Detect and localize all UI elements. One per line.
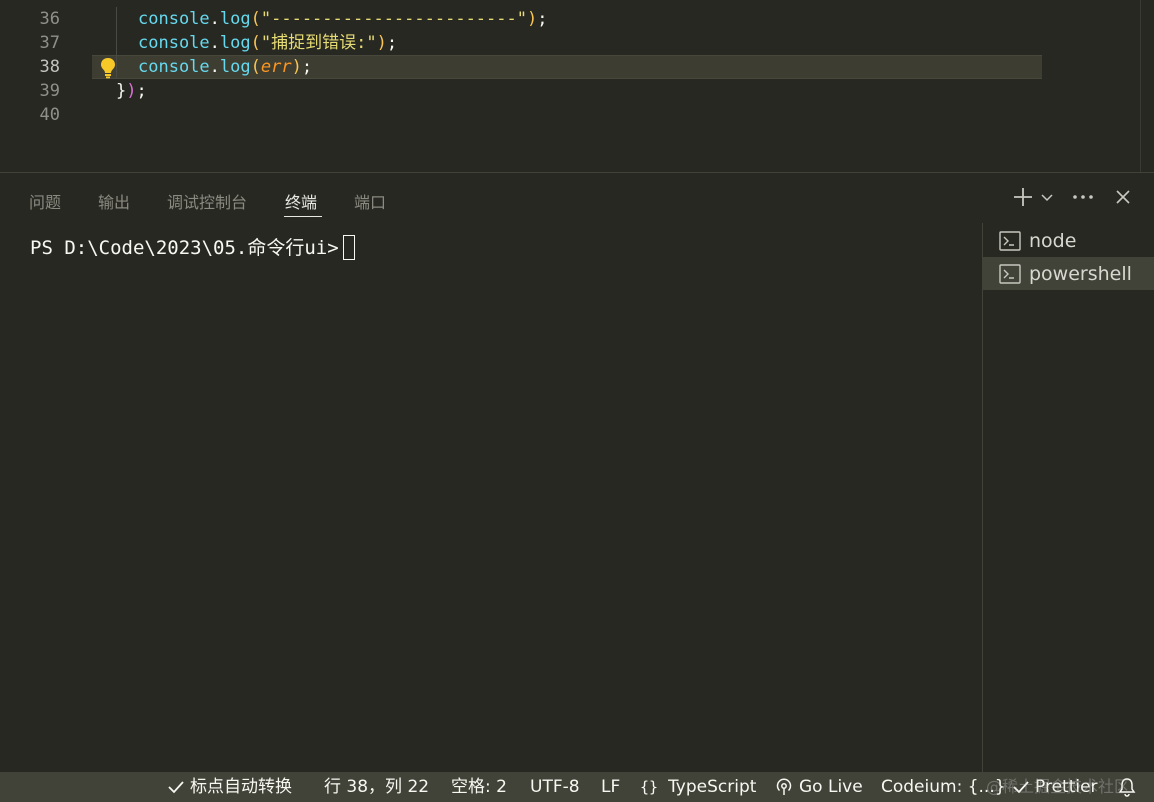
status-format-toggle[interactable]: 标点自动转换 [167, 772, 292, 802]
code-token: . [209, 33, 220, 53]
terminal-view[interactable]: PS D:\Code\2023\05.命令行ui> [0, 223, 982, 773]
status-go-live[interactable]: Go Live [774, 772, 863, 802]
code-token: ) [376, 33, 387, 53]
tab-debug-console[interactable]: 调试控制台 [167, 189, 247, 213]
status-notifications[interactable] [1118, 772, 1141, 802]
check-double-icon [1013, 781, 1029, 794]
code-token: log [219, 57, 251, 77]
line-number: 38 [39, 57, 60, 77]
code-token: ; [301, 57, 313, 77]
tab-output[interactable]: 输出 [98, 189, 130, 213]
line-number: 36 [39, 9, 60, 29]
plus-icon [1014, 188, 1032, 206]
broadcast-icon [776, 778, 792, 795]
status-language[interactable]: {} TypeScript [640, 772, 756, 802]
ellipsis-icon [1073, 195, 1093, 199]
more-actions-button[interactable] [1068, 183, 1098, 211]
status-codeium-label: Codeium: {...} [881, 777, 1006, 797]
code-token: log [219, 33, 251, 53]
close-icon [1116, 190, 1130, 204]
status-cursor-position[interactable]: 行 38，列 22 [324, 772, 429, 802]
terminal-instance-node[interactable]: node [983, 224, 1154, 257]
code-token: } [116, 81, 127, 101]
code-token: . [209, 9, 220, 29]
terminal-profile-dropdown[interactable] [1038, 183, 1056, 211]
code-token: ( [250, 9, 261, 29]
terminal-icon [999, 230, 1021, 251]
code-token: ) [291, 57, 302, 77]
terminal-icon [999, 263, 1021, 284]
code-token: "捕捉到错误:" [260, 33, 377, 53]
code-token: ( [250, 57, 261, 77]
terminal-cursor [342, 235, 355, 260]
code-token: console [138, 57, 210, 77]
tab-problems[interactable]: 问题 [29, 189, 61, 213]
chevron-down-icon [1041, 194, 1053, 202]
code-token: ( [250, 33, 261, 53]
status-cursor-position-label: 行 38，列 22 [324, 777, 430, 797]
status-language-label: TypeScript [668, 777, 757, 797]
check-icon [168, 781, 184, 794]
active-tab-indicator [284, 216, 322, 217]
close-panel-button[interactable] [1108, 183, 1138, 211]
status-indentation[interactable]: 空格: 2 [451, 772, 507, 802]
new-terminal-button[interactable] [1008, 183, 1038, 211]
line-number: 40 [39, 105, 60, 125]
prompt-text: PS D:\Code\2023\05.命令行ui> [30, 237, 339, 259]
status-prettier[interactable]: Prettier [1012, 772, 1098, 802]
code-token: log [219, 9, 251, 29]
panel-tabs: 问题 输出 调试控制台 终端 端口 [0, 173, 900, 223]
lightbulb-icon[interactable] [99, 57, 117, 79]
terminal-instance-list: node powershell [982, 223, 1154, 773]
terminal-instance-label: node [1029, 229, 1077, 252]
bottom-panel: 问题 输出 调试控制台 终端 端口 PS D:\Code\2023\05.命令行… [0, 172, 1154, 773]
code-line: console.log("捕捉到错误:"); [138, 31, 397, 55]
status-format-toggle-label: 标点自动转换 [190, 777, 292, 797]
editor-scrollbar[interactable] [1140, 0, 1141, 172]
status-codeium[interactable]: Codeium: {...} [881, 772, 1006, 802]
status-eol[interactable]: LF [601, 772, 620, 802]
braces-icon: {} [640, 778, 659, 796]
line-number: 37 [39, 33, 60, 53]
code-token: ; [386, 33, 398, 53]
code-token: ) [526, 9, 538, 29]
code-token: ) [126, 81, 137, 101]
code-token: err [260, 57, 292, 77]
status-encoding[interactable]: UTF-8 [530, 772, 580, 802]
terminal-instance-powershell[interactable]: powershell [983, 257, 1154, 290]
line-number: 39 [39, 81, 60, 101]
code-token: console [138, 9, 210, 29]
status-indentation-label: 空格: 2 [451, 777, 507, 797]
code-token: console [138, 33, 210, 53]
code-token: ; [136, 81, 147, 101]
status-encoding-label: UTF-8 [530, 777, 580, 797]
status-eol-label: LF [601, 777, 621, 797]
code-editor[interactable]: 36 37 38 39 40 console.log("----------------… [0, 0, 1154, 172]
status-go-live-label: Go Live [799, 777, 863, 797]
panel-actions [994, 183, 1154, 213]
terminal-prompt: PS D:\Code\2023\05.命令行ui> [30, 233, 355, 263]
status-prettier-label: Prettier [1035, 777, 1098, 797]
code-line: console.log(err); [138, 55, 312, 79]
code-token: "------------------------" [260, 9, 527, 29]
code-token: . [209, 57, 220, 77]
tab-ports[interactable]: 端口 [354, 189, 386, 213]
code-line: console.log("------------------------"); [138, 7, 547, 31]
bell-icon [1118, 778, 1136, 797]
status-bar: 标点自动转换 行 38，列 22 空格: 2 UTF-8 LF {} TypeS… [0, 772, 1154, 802]
tab-terminal[interactable]: 终端 [285, 189, 317, 213]
code-line: }); [116, 79, 147, 103]
code-token: ; [537, 9, 548, 29]
terminal-instance-label: powershell [1029, 262, 1132, 285]
